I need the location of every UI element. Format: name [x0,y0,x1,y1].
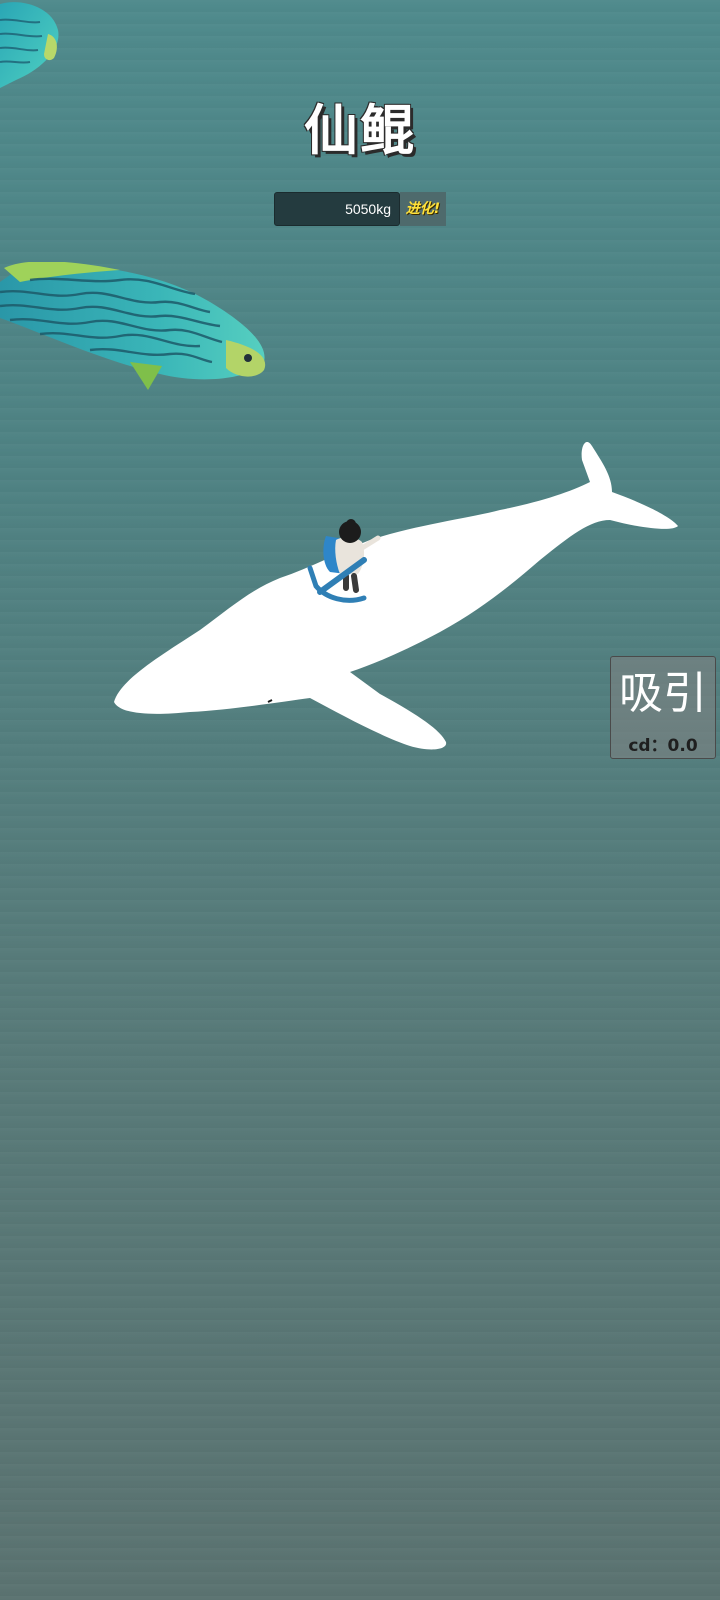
evolve-button[interactable]: 进化! [400,192,446,226]
skill-cooldown: cd：0.0 [628,736,698,756]
rider-character [307,519,381,603]
weight-value: 5050kg [345,201,391,217]
water-surface [0,0,720,1600]
ocean-scene: 仙鲲 5050kg 进化! 吸引 cd：0.0 [0,0,720,1600]
white-whale [114,441,678,750]
striped-fish [0,262,266,390]
attract-skill-button[interactable]: 吸引 cd：0.0 [610,656,716,759]
fish-top-left [0,2,59,89]
weight-progress-bar: 5050kg [274,192,400,226]
creature-title: 仙鲲 [304,99,416,162]
skill-label: 吸引 [619,668,707,719]
